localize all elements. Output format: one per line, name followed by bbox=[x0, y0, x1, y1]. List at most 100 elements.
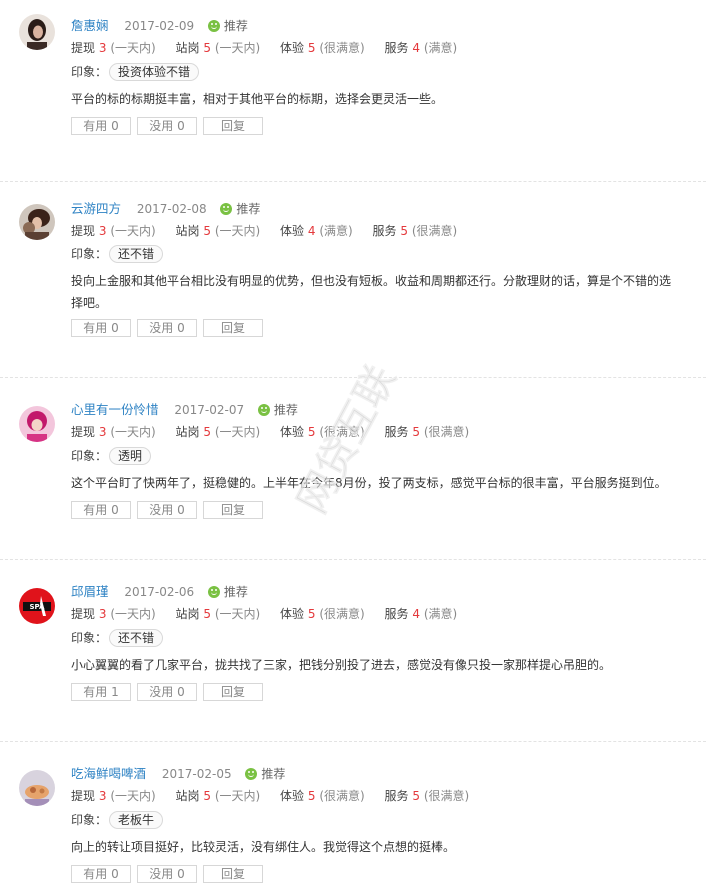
score-withdraw: 提现 3 (一天内) bbox=[71, 41, 156, 55]
score-experience: 体验 4 (满意) bbox=[280, 224, 353, 238]
smile-icon bbox=[220, 203, 233, 215]
score-idle: 站岗 5 (一天内) bbox=[175, 41, 261, 55]
username-link[interactable]: 云游四方 bbox=[71, 201, 121, 216]
user-avatar[interactable] bbox=[19, 204, 55, 240]
smile-icon bbox=[207, 586, 220, 598]
user-avatar[interactable] bbox=[19, 14, 55, 50]
score-service: 服务 5 (很满意) bbox=[384, 789, 470, 803]
impression-row: 印象： 透明 bbox=[71, 446, 152, 466]
rating-scores: 提现 3 (一天内) 站岗 5 (一天内) 体验 5 (很满意) 服务 5 (很… bbox=[71, 786, 485, 806]
review-content: 这个平台盯了快两年了，挺稳健的。上半年在今年8月份，投了两支标，感觉平台标的很丰… bbox=[71, 476, 667, 490]
impression-tag: 投资体验不错 bbox=[109, 63, 200, 81]
review-date: 2017-02-05 bbox=[161, 767, 232, 781]
score-withdraw: 提现 3 (一天内) bbox=[71, 607, 156, 621]
impression-tag: 还不错 bbox=[109, 245, 164, 263]
useless-button[interactable]: 没用 0 bbox=[137, 319, 197, 337]
smile-icon bbox=[245, 768, 258, 780]
reply-button[interactable]: 回复 bbox=[203, 865, 263, 883]
username-link[interactable]: 邱眉瑾 bbox=[71, 584, 109, 599]
review-actions: 有用 0 没用 0 回复 bbox=[71, 319, 269, 337]
reply-button[interactable]: 回复 bbox=[203, 501, 263, 519]
impression-label: 印象： bbox=[71, 813, 108, 827]
user-avatar[interactable] bbox=[19, 406, 55, 442]
useful-button[interactable]: 有用 1 bbox=[71, 683, 131, 701]
score-withdraw: 提现 3 (一天内) bbox=[71, 425, 156, 439]
score-experience: 体验 5 (很满意) bbox=[280, 425, 365, 439]
impression-tag: 透明 bbox=[109, 447, 152, 465]
username-link[interactable]: 吃海鲜喝啤酒 bbox=[71, 766, 146, 781]
review-actions: 有用 1 没用 0 回复 bbox=[71, 683, 269, 701]
recommend-badge: 推荐 bbox=[207, 582, 248, 602]
score-service: 服务 4 (满意) bbox=[384, 41, 458, 55]
review-content: 投向上金服和其他平台相比没有明显的优势，但也没有短板。收益和周期都还行。分散理财… bbox=[71, 274, 672, 310]
useless-button[interactable]: 没用 0 bbox=[137, 117, 197, 135]
review-actions: 有用 0 没用 0 回复 bbox=[71, 117, 269, 135]
review-header: 心里有一份怜惜 2017-02-07 推荐 bbox=[71, 400, 298, 420]
recommend-badge: 推荐 bbox=[245, 764, 285, 784]
review-header: 詹惠娴 2017-02-09 推荐 bbox=[71, 16, 248, 36]
rating-scores: 提现 3 (一天内) 站岗 5 (一天内) 体验 5 (很满意) 服务 4 (满… bbox=[71, 38, 473, 58]
review-item: 心里有一份怜惜 2017-02-07 推荐 提现 3 (一天内) 站岗 5 (一… bbox=[0, 378, 706, 560]
reply-button[interactable]: 回复 bbox=[203, 117, 263, 135]
review-header: 云游四方 2017-02-08 推荐 bbox=[71, 199, 260, 219]
useless-button[interactable]: 没用 0 bbox=[137, 865, 197, 883]
rating-scores: 提现 3 (一天内) 站岗 5 (一天内) 体验 4 (满意) 服务 5 (很满… bbox=[71, 221, 473, 241]
review-content: 平台的标的标期挺丰富，相对于其他平台的标期，选择会更灵活一些。 bbox=[71, 92, 444, 106]
review-actions: 有用 0 没用 0 回复 bbox=[71, 865, 269, 883]
username-link[interactable]: 心里有一份怜惜 bbox=[71, 402, 159, 417]
impression-label: 印象： bbox=[71, 247, 108, 261]
impression-label: 印象： bbox=[71, 631, 108, 645]
impression-label: 印象： bbox=[71, 65, 108, 79]
recommend-badge: 推荐 bbox=[257, 400, 298, 420]
impression-label: 印象： bbox=[71, 449, 108, 463]
score-idle: 站岗 5 (一天内) bbox=[175, 425, 261, 439]
useful-button[interactable]: 有用 0 bbox=[71, 501, 131, 519]
score-withdraw: 提现 3 (一天内) bbox=[71, 224, 156, 238]
smile-icon bbox=[207, 20, 220, 32]
username-link[interactable]: 詹惠娴 bbox=[71, 18, 109, 33]
impression-tag: 还不错 bbox=[109, 629, 164, 647]
score-experience: 体验 5 (很满意) bbox=[280, 789, 365, 803]
review-date: 2017-02-09 bbox=[124, 19, 195, 33]
useful-button[interactable]: 有用 0 bbox=[71, 319, 131, 337]
score-experience: 体验 5 (很满意) bbox=[280, 41, 365, 55]
rating-scores: 提现 3 (一天内) 站岗 5 (一天内) 体验 5 (很满意) 服务 5 (很… bbox=[71, 422, 485, 442]
reply-button[interactable]: 回复 bbox=[203, 683, 263, 701]
review-item: 云游四方 2017-02-08 推荐 提现 3 (一天内) 站岗 5 (一天内)… bbox=[0, 182, 706, 378]
review-date: 2017-02-07 bbox=[174, 403, 245, 417]
score-service: 服务 5 (很满意) bbox=[372, 224, 458, 238]
review-item: 詹惠娴 2017-02-09 推荐 提现 3 (一天内) 站岗 5 (一天内) … bbox=[0, 0, 706, 182]
impression-row: 印象： 还不错 bbox=[71, 628, 164, 648]
useful-button[interactable]: 有用 0 bbox=[71, 117, 131, 135]
impression-tag: 老板牛 bbox=[109, 811, 164, 829]
useless-button[interactable]: 没用 0 bbox=[137, 683, 197, 701]
review-date: 2017-02-06 bbox=[124, 585, 195, 599]
score-idle: 站岗 5 (一天内) bbox=[175, 607, 261, 621]
review-item: 吃海鲜喝啤酒 2017-02-05 推荐 提现 3 (一天内) 站岗 5 (一天… bbox=[0, 742, 706, 887]
smile-icon bbox=[257, 404, 270, 416]
review-content: 小心翼翼的看了几家平台，拢共找了三家，把钱分别投了进去，感觉没有像只投一家那样提… bbox=[71, 658, 612, 672]
score-withdraw: 提现 3 (一天内) bbox=[71, 789, 156, 803]
score-experience: 体验 5 (很满意) bbox=[280, 607, 365, 621]
user-avatar[interactable]: SPA bbox=[19, 588, 55, 624]
recommend-badge: 推荐 bbox=[220, 199, 260, 219]
review-header: 吃海鲜喝啤酒 2017-02-05 推荐 bbox=[71, 764, 285, 784]
reply-button[interactable]: 回复 bbox=[203, 319, 263, 337]
review-actions: 有用 0 没用 0 回复 bbox=[71, 501, 269, 519]
review-date: 2017-02-08 bbox=[136, 202, 207, 216]
review-item: SPA 邱眉瑾 2017-02-06 推荐 提现 3 (一天内) 站岗 5 (一… bbox=[0, 560, 706, 742]
score-idle: 站岗 5 (一天内) bbox=[175, 789, 261, 803]
useful-button[interactable]: 有用 0 bbox=[71, 865, 131, 883]
user-avatar[interactable] bbox=[19, 770, 55, 806]
score-idle: 站岗 5 (一天内) bbox=[175, 224, 261, 238]
review-content: 向上的转让项目挺好，比较灵活，没有绑住人。我觉得这个点想的挺棒。 bbox=[71, 840, 456, 854]
review-header: 邱眉瑾 2017-02-06 推荐 bbox=[71, 582, 248, 602]
recommend-badge: 推荐 bbox=[207, 16, 248, 36]
impression-row: 印象： 还不错 bbox=[71, 244, 164, 264]
impression-row: 印象： 投资体验不错 bbox=[71, 62, 200, 82]
rating-scores: 提现 3 (一天内) 站岗 5 (一天内) 体验 5 (很满意) 服务 4 (满… bbox=[71, 604, 473, 624]
impression-row: 印象： 老板牛 bbox=[71, 810, 164, 830]
score-service: 服务 4 (满意) bbox=[384, 607, 458, 621]
score-service: 服务 5 (很满意) bbox=[384, 425, 470, 439]
useless-button[interactable]: 没用 0 bbox=[137, 501, 197, 519]
